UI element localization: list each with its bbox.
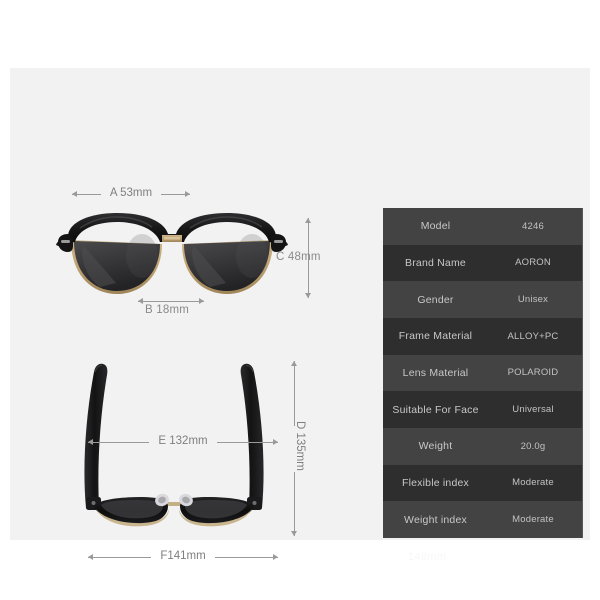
table-row: Brand Name AORON	[383, 244, 582, 282]
measure-b-label: B 18mm	[145, 304, 190, 316]
measure-e-frame-width: E 132mm	[88, 435, 279, 449]
table-row: Suitable For Face Universal	[383, 391, 582, 428]
spec-key: Suitable For Face	[392, 403, 479, 416]
measure-f-label: F141mm	[160, 550, 206, 563]
table-footnote: 148mm	[408, 551, 447, 563]
spec-value: Moderate	[512, 477, 554, 489]
measure-a-arrow-right	[161, 191, 190, 197]
spec-key: Weight index	[404, 513, 467, 526]
spec-value: Universal	[512, 404, 554, 416]
measure-d-arrow-top	[291, 361, 297, 426]
measure-f-arrow-right	[214, 554, 279, 560]
spec-value: Unisex	[517, 294, 549, 306]
table-row: Frame Material ALLOY+PC	[383, 317, 582, 355]
measure-d-arrow-bottom	[291, 471, 297, 536]
measure-f-total-width: F141mm	[88, 550, 279, 564]
measure-b-arrow-right	[171, 298, 204, 304]
product-spec-sheet: A 53mm B 18mm C 48mm E 132mm F141mm D 13…	[0, 0, 600, 600]
spec-value: Moderate	[512, 514, 554, 526]
spec-value: 20.0g	[520, 440, 546, 452]
measure-e-label: E 132mm	[158, 435, 208, 448]
spec-key: Flexible index	[402, 476, 469, 489]
measure-c-label: C 48mm	[276, 251, 321, 263]
measure-a-label: A 53mm	[109, 187, 153, 200]
spec-value: AORON	[515, 257, 551, 269]
measure-a-arrow-left	[72, 191, 101, 197]
measure-b-arrow-left	[138, 298, 171, 304]
front-view-svg	[56, 213, 288, 294]
spec-key: Weight	[418, 440, 453, 453]
spec-key: Lens Material	[402, 366, 469, 379]
front-view-sunglasses	[54, 208, 290, 303]
table-row: Weight 20.0g	[383, 427, 582, 465]
spec-table: Model 4246 Brand Name AORON Gender Unise…	[383, 208, 583, 538]
measure-f-arrow-left	[88, 554, 152, 560]
measure-d-label: D 135mm	[294, 421, 306, 471]
spec-key: Model	[420, 220, 451, 233]
product-panel: A 53mm B 18mm C 48mm E 132mm F141mm D 13…	[10, 68, 590, 563]
spec-key: Gender	[417, 293, 454, 306]
measure-a-lens-width: A 53mm	[72, 187, 190, 201]
table-row: Lens Material POLAROID	[383, 354, 582, 392]
spec-key: Frame Material	[398, 330, 473, 343]
measure-e-arrow-left	[88, 439, 150, 445]
measure-e-arrow-right	[216, 439, 279, 445]
table-row: Gender Unisex	[383, 281, 582, 318]
table-row: Flexible index Moderate	[383, 464, 582, 502]
table-row: Model 4246	[383, 208, 582, 245]
measure-c-arrow-bottom	[305, 258, 311, 298]
table-row: Weight index Moderate	[383, 501, 582, 538]
spec-key: Brand Name	[405, 256, 466, 269]
spec-value: 4246	[522, 220, 544, 232]
spec-value: ALLOY+PC	[507, 330, 559, 342]
spec-value: POLAROID	[507, 367, 559, 379]
